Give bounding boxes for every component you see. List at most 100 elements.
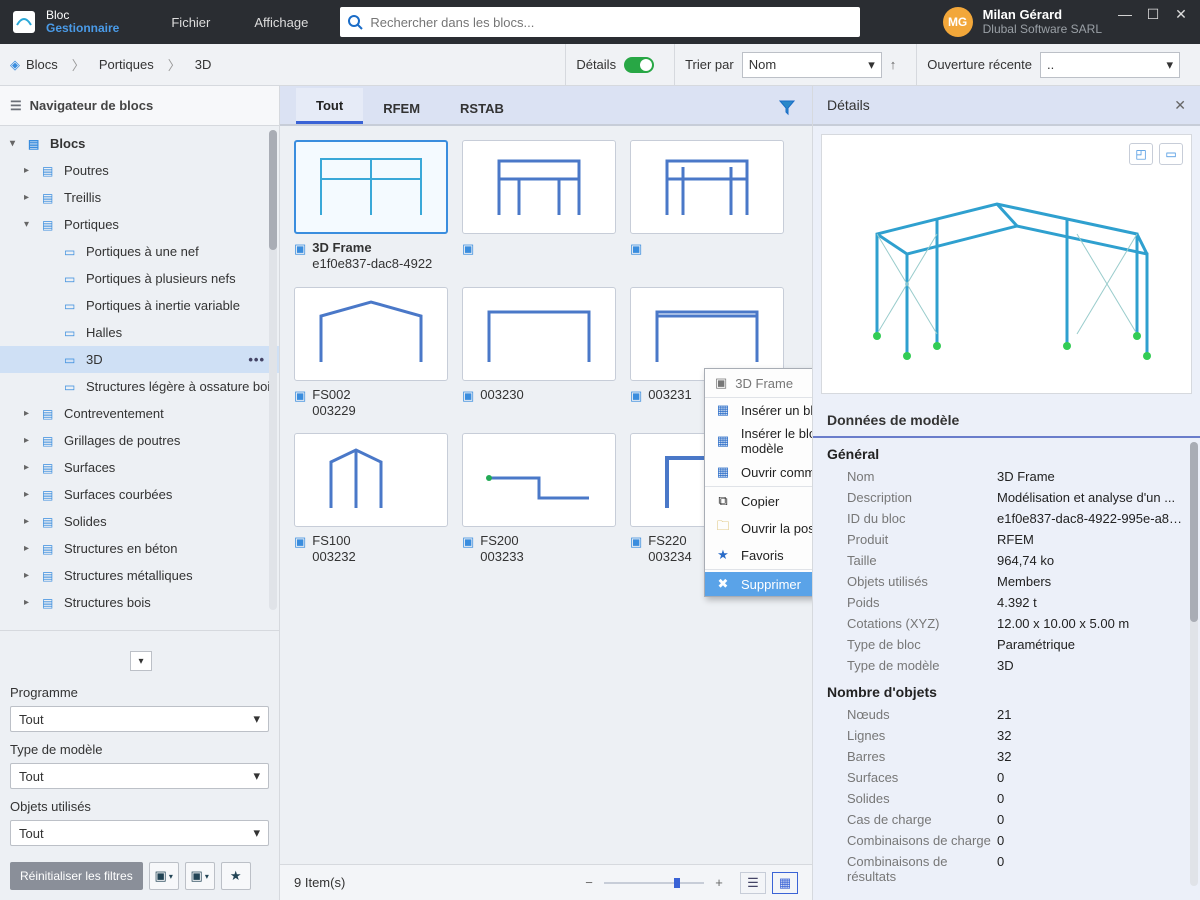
recent-value: .. bbox=[1047, 57, 1054, 72]
chevron-right-icon: 〉 bbox=[168, 55, 181, 74]
details-value: RFEM bbox=[997, 532, 1186, 547]
search-box[interactable] bbox=[340, 7, 860, 37]
tree-frames-var[interactable]: ▭Portiques à inertie variable bbox=[0, 292, 279, 319]
scrollbar-thumb[interactable] bbox=[269, 130, 277, 250]
block-card[interactable]: ▣FS002003229 bbox=[294, 287, 448, 420]
tree-frames-light[interactable]: ▭Structures légère à ossature bois bbox=[0, 373, 279, 400]
filter-usedobj-select[interactable]: Tout▾ bbox=[10, 820, 269, 846]
cube-icon: ◈ bbox=[10, 57, 20, 73]
crumb-mid[interactable]: Portiques bbox=[99, 57, 154, 72]
sidebar-title: Navigateur de blocs bbox=[30, 98, 154, 113]
close-icon[interactable]: ✕ bbox=[1168, 6, 1194, 23]
tree-frames-multi[interactable]: ▭Portiques à plusieurs nefs bbox=[0, 265, 279, 292]
recent-select[interactable]: .. ▾ bbox=[1040, 52, 1180, 78]
expand-icon[interactable]: ▸ bbox=[24, 597, 36, 608]
filter-program-select[interactable]: Tout▾ bbox=[10, 706, 269, 732]
tree-root[interactable]: ▾▤Blocs bbox=[0, 130, 279, 157]
collapse-icon[interactable]: ▾ bbox=[10, 138, 22, 149]
zoom-in-icon[interactable]: + bbox=[712, 875, 726, 890]
block-card[interactable]: ▣3D Framee1f0e837-dac8-4922 bbox=[294, 140, 448, 273]
tree-curved[interactable]: ▸▤Surfaces courbées bbox=[0, 481, 279, 508]
block-card[interactable]: ▣ bbox=[462, 140, 616, 273]
tree-solids[interactable]: ▸▤Solides bbox=[0, 508, 279, 535]
tree-frames-halls[interactable]: ▭Halles bbox=[0, 319, 279, 346]
filter-modeltype-select[interactable]: Tout▾ bbox=[10, 763, 269, 789]
tree-frames[interactable]: ▾▤Portiques bbox=[0, 211, 279, 238]
tab-rfem[interactable]: RFEM bbox=[363, 91, 440, 124]
collapse-filters-icon[interactable]: ▾ bbox=[130, 651, 152, 671]
funnel-icon[interactable] bbox=[778, 98, 796, 124]
collapse-icon[interactable]: ▾ bbox=[24, 219, 36, 230]
menu-view[interactable]: Affichage bbox=[232, 0, 330, 44]
chevron-down-icon: ▾ bbox=[868, 57, 875, 73]
block-icon: ▣ bbox=[294, 534, 306, 550]
favorite-button[interactable]: ★ bbox=[221, 862, 251, 890]
close-panel-button[interactable]: ✕ bbox=[1174, 97, 1186, 114]
tree-concrete[interactable]: ▸▤Structures en béton bbox=[0, 535, 279, 562]
block-action-2[interactable]: ▣▾ bbox=[185, 862, 215, 890]
ctx-copy[interactable]: ⧉Copier bbox=[705, 489, 812, 513]
search-input[interactable] bbox=[370, 15, 860, 30]
menu-file[interactable]: Fichier bbox=[149, 0, 232, 44]
scrollbar-thumb[interactable] bbox=[1190, 442, 1198, 622]
maximize-icon[interactable]: ☐ bbox=[1140, 6, 1166, 23]
details-value: 0 bbox=[997, 833, 1186, 848]
more-icon[interactable]: ••• bbox=[248, 352, 265, 367]
expand-icon[interactable]: ▸ bbox=[24, 192, 36, 203]
block-icon: ▣ bbox=[630, 534, 642, 550]
tree-bracing[interactable]: ▸▤Contreventement bbox=[0, 400, 279, 427]
iso-view-icon[interactable]: ◰ bbox=[1129, 143, 1153, 165]
ctx-favorites[interactable]: ★Favoris bbox=[705, 543, 812, 567]
image-icon[interactable]: ▭ bbox=[1159, 143, 1183, 165]
tree-timber[interactable]: ▸▤Structures bois bbox=[0, 589, 279, 616]
user-account[interactable]: MG Milan Gérard Dlubal Software SARL bbox=[943, 7, 1102, 37]
window-controls: — ☐ ✕ bbox=[1112, 6, 1194, 39]
zoom-track[interactable] bbox=[604, 882, 704, 884]
tree-trusses[interactable]: ▸▤Treillis bbox=[0, 184, 279, 211]
block-card[interactable]: ▣FS100003232 bbox=[294, 433, 448, 566]
sort-direction-button[interactable]: ↑ bbox=[890, 57, 897, 72]
group-icon: ▤ bbox=[28, 137, 44, 151]
tree-steel[interactable]: ▸▤Structures métalliques bbox=[0, 562, 279, 589]
zoom-out-icon[interactable]: − bbox=[582, 875, 596, 890]
tree-beams[interactable]: ▸▤Poutres bbox=[0, 157, 279, 184]
details-toggle[interactable] bbox=[624, 57, 654, 73]
reset-filters-button[interactable]: Réinitialiser les filtres bbox=[10, 862, 143, 890]
sort-select[interactable]: Nom ▾ bbox=[742, 52, 882, 78]
tab-rstab[interactable]: RSTAB bbox=[440, 91, 524, 124]
ctx-insert-block[interactable]: ▦Insérer un bloc bbox=[705, 398, 812, 422]
block-card[interactable]: ▣ bbox=[630, 140, 784, 273]
ctx-open-as-model[interactable]: ▦Ouvrir comme modèle bbox=[705, 460, 812, 484]
expand-icon[interactable]: ▸ bbox=[24, 489, 36, 500]
expand-icon[interactable]: ▸ bbox=[24, 516, 36, 527]
crumb-leaf[interactable]: 3D bbox=[195, 57, 212, 72]
stack-icon: ☰ bbox=[10, 98, 22, 114]
details-value: e1f0e837-dac8-4922-995e-a80... bbox=[997, 511, 1186, 526]
crumb-root[interactable]: Blocs bbox=[26, 57, 58, 72]
expand-icon[interactable]: ▸ bbox=[24, 435, 36, 446]
ctx-insert-new-model[interactable]: ▦Insérer le bloc dans un nouveau modèle bbox=[705, 422, 812, 460]
tree-frames-single[interactable]: ▭Portiques à une nef bbox=[0, 238, 279, 265]
ctx-delete[interactable]: ✖Supprimer bbox=[705, 572, 812, 596]
zoom-slider[interactable]: − + bbox=[582, 875, 726, 890]
chevron-down-icon: ▾ bbox=[1166, 57, 1173, 73]
view-list-button[interactable]: ☰ bbox=[740, 872, 766, 894]
block-card[interactable]: ▣003230 bbox=[462, 287, 616, 420]
block-card[interactable]: ▣FS200003233 bbox=[462, 433, 616, 566]
chevron-down-icon: ▾ bbox=[253, 825, 260, 841]
expand-icon[interactable]: ▸ bbox=[24, 408, 36, 419]
expand-icon[interactable]: ▸ bbox=[24, 165, 36, 176]
tree-frames-3d[interactable]: ▭3D••• bbox=[0, 346, 279, 373]
tab-all[interactable]: Tout bbox=[296, 88, 363, 124]
zoom-knob[interactable] bbox=[674, 878, 680, 888]
expand-icon[interactable]: ▸ bbox=[24, 543, 36, 554]
minimize-icon[interactable]: — bbox=[1112, 6, 1138, 23]
filter-usedobj-label: Objets utilisés bbox=[10, 799, 269, 814]
block-action-1[interactable]: ▣▾ bbox=[149, 862, 179, 890]
view-grid-button[interactable]: ▦ bbox=[772, 872, 798, 894]
expand-icon[interactable]: ▸ bbox=[24, 462, 36, 473]
tree-grillage[interactable]: ▸▤Grillages de poutres bbox=[0, 427, 279, 454]
expand-icon[interactable]: ▸ bbox=[24, 570, 36, 581]
tree-surfaces[interactable]: ▸▤Surfaces bbox=[0, 454, 279, 481]
ctx-open-location[interactable]: 🗀Ouvrir la position du fichier bbox=[705, 513, 812, 543]
